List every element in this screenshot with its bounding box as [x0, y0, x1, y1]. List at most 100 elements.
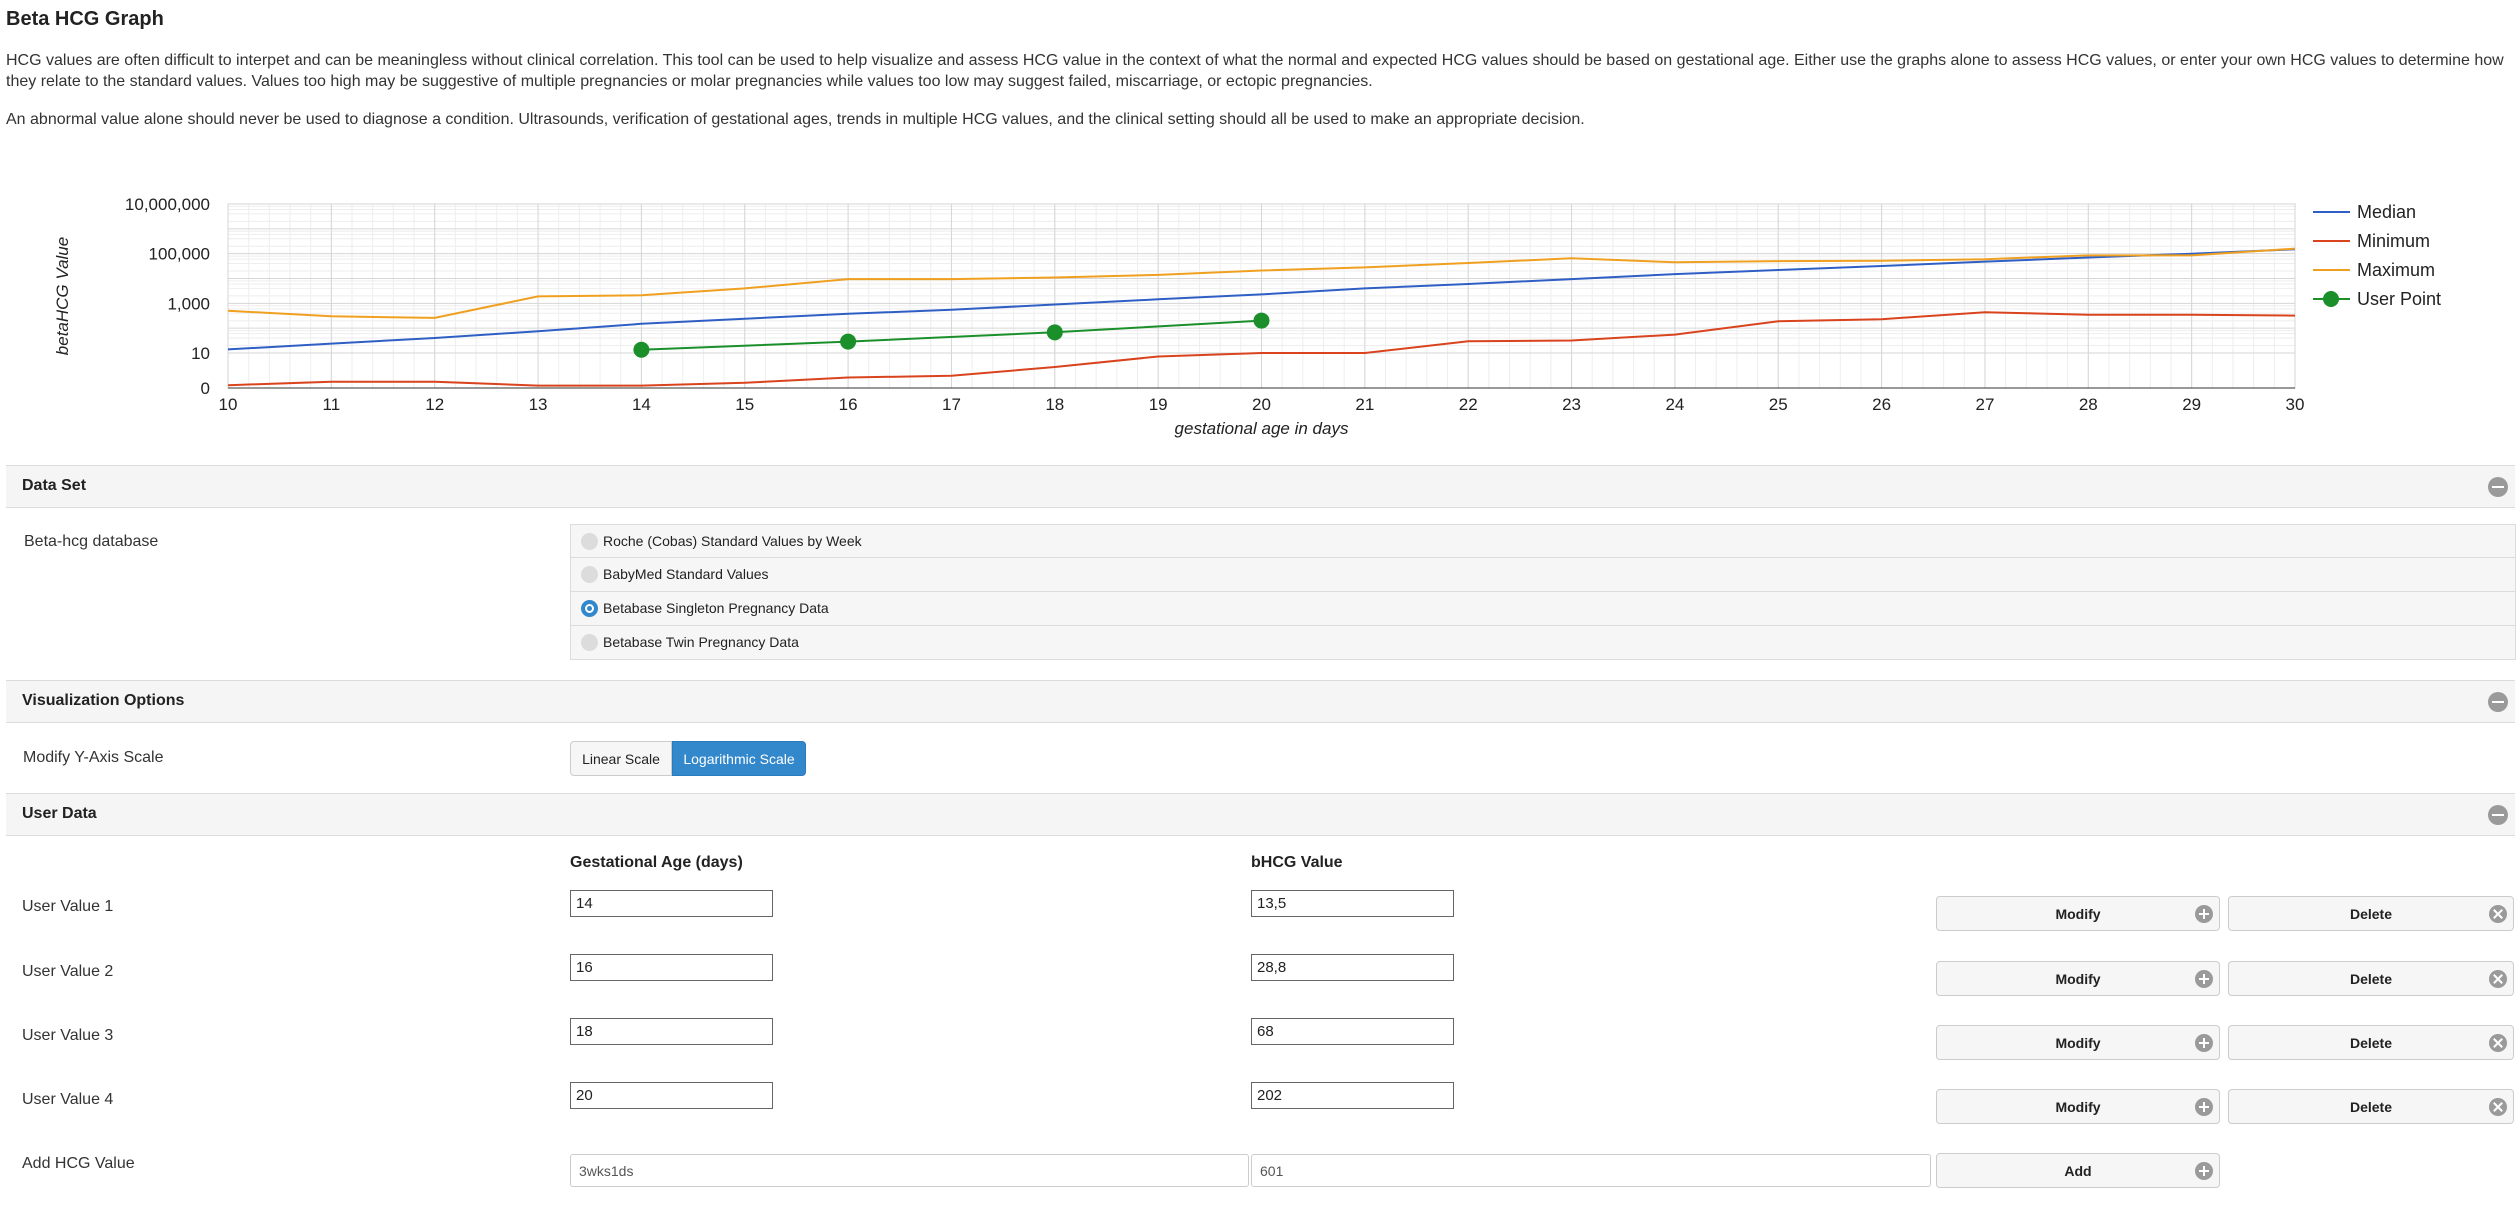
- hcg-value-input[interactable]: [1251, 1018, 1454, 1045]
- radio-selected-icon: [581, 600, 598, 617]
- page-title: Beta HCG Graph: [6, 8, 164, 30]
- x-tick-label: 17: [942, 395, 961, 414]
- disclaimer-paragraph: An abnormal value alone should never be …: [6, 111, 1585, 128]
- x-tick-label: 20: [1252, 395, 1271, 414]
- user-value-label: User Value 1: [22, 898, 114, 915]
- delete-button[interactable]: Delete: [2228, 1025, 2514, 1060]
- delete-button[interactable]: Delete: [2228, 896, 2514, 931]
- y-axis-title: betaHCG Value: [53, 237, 72, 355]
- modify-button[interactable]: Modify: [1936, 896, 2220, 931]
- modify-button[interactable]: Modify: [1936, 961, 2220, 996]
- logarithmic-scale-button[interactable]: Logarithmic Scale: [672, 741, 806, 776]
- y-tick-label: 1,000: [167, 294, 210, 313]
- hcg-value-input[interactable]: [1251, 890, 1454, 917]
- add-hcg-label: Add HCG Value: [22, 1155, 135, 1172]
- user-point-marker: [633, 341, 650, 358]
- modify-label: Modify: [2055, 905, 2101, 922]
- new-hcg-value-input[interactable]: [1251, 1154, 1931, 1187]
- legend-label-maximum: Maximum: [2357, 260, 2435, 280]
- x-tick-label: 27: [1975, 395, 1994, 414]
- chart-legend: Median Minimum Maximum User Point: [2313, 202, 2441, 309]
- radio-betabase-twin[interactable]: Betabase Twin Pregnancy Data: [570, 626, 2516, 660]
- y-tick-label: 10,000,000: [125, 195, 210, 214]
- modify-label: Modify: [2055, 970, 2101, 987]
- user-data-header[interactable]: User Data: [6, 793, 2515, 836]
- user-point-marker: [1046, 324, 1063, 341]
- modify-button[interactable]: Modify: [1936, 1025, 2220, 1060]
- database-radio-group: Roche (Cobas) Standard Values by Week Ba…: [570, 524, 2516, 660]
- delete-button[interactable]: Delete: [2228, 961, 2514, 996]
- user-value-label: User Value 3: [22, 1027, 114, 1044]
- x-tick-label: 15: [735, 395, 754, 414]
- x-tick-label: 16: [839, 395, 858, 414]
- database-label: Beta-hcg database: [24, 533, 159, 550]
- y-tick-label: 10: [191, 344, 210, 363]
- x-tick-label: 24: [1665, 395, 1684, 414]
- x-tick-label: 19: [1149, 395, 1168, 414]
- delete-button[interactable]: Delete: [2228, 1089, 2514, 1124]
- user-value-label: User Value 2: [22, 963, 114, 980]
- x-tick-label: 25: [1769, 395, 1788, 414]
- user-point-marker: [1253, 312, 1270, 329]
- x-tick-label: 22: [1459, 395, 1478, 414]
- radio-label: BabyMed Standard Values: [603, 566, 769, 582]
- legend-marker-user-point: [2323, 291, 2339, 307]
- plus-icon: [2195, 905, 2213, 923]
- delete-label: Delete: [2349, 1098, 2393, 1115]
- plus-icon: [2195, 1098, 2213, 1116]
- x-tick-label: 14: [632, 395, 651, 414]
- radio-icon: [581, 533, 598, 550]
- age-input[interactable]: [570, 1082, 773, 1109]
- data-set-header[interactable]: Data Set: [6, 465, 2515, 508]
- modify-label: Modify: [2055, 1034, 2101, 1051]
- radio-babymed[interactable]: BabyMed Standard Values: [570, 558, 2516, 592]
- radio-roche[interactable]: Roche (Cobas) Standard Values by Week: [570, 524, 2516, 558]
- user-data-title: User Data: [22, 805, 97, 822]
- x-tick-label: 12: [425, 395, 444, 414]
- close-icon: [2489, 1098, 2507, 1116]
- close-icon: [2489, 1034, 2507, 1052]
- x-tick-label: 28: [2079, 395, 2098, 414]
- y-tick-label: 100,000: [149, 245, 210, 264]
- x-tick-label: 13: [529, 395, 548, 414]
- y-scale-label: Modify Y-Axis Scale: [23, 749, 164, 766]
- x-tick-label: 26: [1872, 395, 1891, 414]
- legend-label-minimum: Minimum: [2357, 231, 2430, 251]
- hcg-chart: 10 11 12 13 14 15 16 17 18 19 20 21 22 23 24 25 26 27 28 29…: [53, 195, 2441, 438]
- plus-icon: [2195, 1034, 2213, 1052]
- user-value-label: User Value 4: [22, 1091, 114, 1108]
- x-axis-title: gestational age in days: [1175, 419, 1349, 438]
- radio-label: Betabase Singleton Pregnancy Data: [603, 600, 829, 616]
- col-head-age: Gestational Age (days): [570, 854, 743, 871]
- x-tick-label: 10: [219, 395, 238, 414]
- modify-label: Modify: [2055, 1098, 2101, 1115]
- add-label: Add: [2064, 1162, 2092, 1179]
- plus-icon: [2195, 970, 2213, 988]
- plus-icon: [2195, 1162, 2213, 1180]
- user-point-marker: [840, 333, 857, 350]
- y-scale-toggle: Linear Scale Logarithmic Scale: [570, 741, 806, 776]
- delete-label: Delete: [2349, 970, 2393, 987]
- age-input[interactable]: [570, 1018, 773, 1045]
- collapse-icon[interactable]: [2488, 692, 2508, 712]
- linear-scale-button[interactable]: Linear Scale: [570, 741, 672, 776]
- x-tick-label: 18: [1045, 395, 1064, 414]
- hcg-value-input[interactable]: [1251, 1082, 1454, 1109]
- intro-paragraph: HCG values are often difficult to interp…: [6, 52, 2504, 90]
- hcg-value-input[interactable]: [1251, 954, 1454, 981]
- x-tick-label: 21: [1355, 395, 1374, 414]
- radio-icon: [581, 566, 598, 583]
- age-input[interactable]: [570, 890, 773, 917]
- modify-button[interactable]: Modify: [1936, 1089, 2220, 1124]
- add-button[interactable]: Add: [1936, 1153, 2220, 1188]
- radio-label: Roche (Cobas) Standard Values by Week: [603, 533, 862, 549]
- collapse-icon[interactable]: [2488, 477, 2508, 497]
- age-input[interactable]: [570, 954, 773, 981]
- radio-betabase-singleton[interactable]: Betabase Singleton Pregnancy Data: [570, 592, 2516, 626]
- x-tick-label: 23: [1562, 395, 1581, 414]
- x-tick-label: 30: [2286, 395, 2305, 414]
- x-tick-label: 11: [323, 395, 341, 414]
- collapse-icon[interactable]: [2488, 805, 2508, 825]
- new-age-input[interactable]: [570, 1154, 1249, 1187]
- visualization-header[interactable]: Visualization Options: [6, 680, 2515, 723]
